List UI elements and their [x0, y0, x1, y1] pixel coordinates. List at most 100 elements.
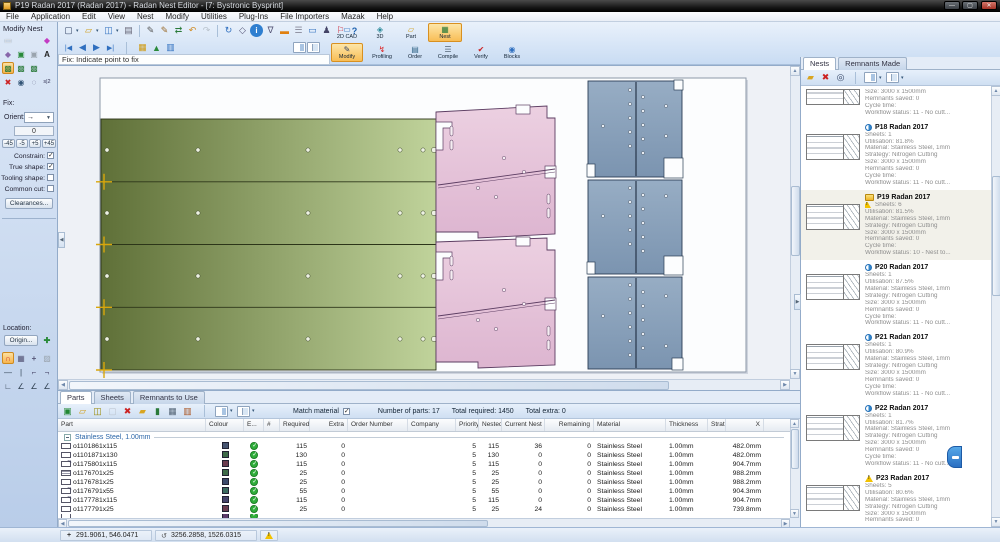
rotate-minus45-button[interactable]: -45 — [2, 139, 15, 148]
columns-view-icon[interactable] — [215, 406, 228, 417]
simulation-icon[interactable] — [306, 24, 319, 37]
collapse-group-icon[interactable] — [64, 434, 71, 441]
minimize-button[interactable]: — — [944, 1, 960, 10]
rotate-plus45-button[interactable]: +45 — [42, 139, 56, 148]
rotate-plus5-button[interactable]: +5 — [29, 139, 41, 148]
draw-icon[interactable] — [144, 24, 157, 37]
grid-off-icon[interactable] — [41, 352, 53, 364]
menu-application[interactable]: Application — [25, 12, 76, 22]
ribbon-blocks-button[interactable]: Blocks — [498, 43, 526, 62]
col-remaining[interactable]: Remaining — [545, 419, 594, 431]
undo-icon[interactable] — [186, 24, 199, 37]
table-row[interactable]: o1176701x25 25 0 5 25 0 0 Stainless Stee… — [58, 469, 790, 478]
menu-view[interactable]: View — [102, 12, 131, 22]
ribbon-order-button[interactable]: Order — [401, 43, 429, 62]
side-handle[interactable] — [947, 446, 962, 468]
edit-geometry-icon[interactable] — [158, 24, 171, 37]
ribbon-3d-button[interactable]: 3D — [366, 23, 394, 42]
scroll-up-icon[interactable]: ▲ — [790, 66, 800, 76]
navigate-nest-icon[interactable] — [834, 71, 847, 84]
open-dropdown-icon[interactable]: ▾ — [96, 28, 101, 34]
status-warning[interactable] — [260, 530, 278, 541]
ghost-part-icon[interactable] — [28, 48, 40, 60]
col-material[interactable]: Material — [594, 419, 666, 431]
info-icon[interactable] — [250, 24, 263, 37]
snap-icon[interactable] — [2, 352, 14, 364]
tooling-shape-checkbox[interactable] — [47, 174, 54, 181]
col-nested[interactable]: Nested — [479, 419, 502, 431]
scroll-right-icon[interactable]: ▶ — [780, 380, 790, 390]
origin-button[interactable]: Origin... — [4, 335, 38, 346]
nest-canvas[interactable]: ▲ ▼ ◀ ▶ ◀ — [58, 65, 800, 390]
scroll-down-icon[interactable]: ▼ — [790, 369, 800, 379]
table-view-icon[interactable] — [166, 405, 179, 418]
array-part-icon[interactable] — [15, 48, 27, 60]
col-x[interactable]: X — [726, 419, 764, 431]
nest-item-p19[interactable]: P19 Radan 2017 Sheets: 6 Utilisation: 81… — [801, 190, 991, 260]
pink-part-lower[interactable] — [436, 237, 556, 368]
rotate-minus5-button[interactable]: -5 — [16, 139, 28, 148]
ribbon-compile-button[interactable]: Compile — [432, 43, 464, 62]
ribbon-nest-button[interactable]: Nest — [428, 23, 462, 42]
green-strip-parts[interactable] — [101, 119, 436, 370]
fix-part-icon[interactable] — [2, 62, 14, 74]
material-group-row[interactable]: Stainless Steel, 1.00mm — [58, 432, 790, 442]
menu-file[interactable]: File — [0, 12, 25, 22]
block-nest-icon[interactable] — [28, 62, 40, 74]
first-nest-icon[interactable] — [62, 41, 75, 54]
tab-sheets[interactable]: Sheets — [94, 391, 131, 404]
scroll-up-icon[interactable]: ▲ — [991, 86, 1000, 96]
col-order-number[interactable]: Order Number — [348, 419, 408, 431]
menu-utilities[interactable]: Utilities — [195, 12, 233, 22]
view-details-icon[interactable] — [886, 72, 899, 83]
constrain-checkbox[interactable] — [47, 152, 54, 159]
common-cut-checkbox[interactable] — [47, 185, 54, 192]
rotate-free-icon[interactable] — [28, 76, 40, 88]
sheet-view-icon[interactable] — [164, 41, 177, 54]
place-part-icon[interactable] — [2, 34, 14, 46]
import-part-icon[interactable] — [91, 405, 104, 418]
col-colour[interactable]: Colour — [206, 419, 244, 431]
match-material-checkbox[interactable] — [343, 408, 350, 415]
save-dropdown-icon[interactable]: ▾ — [116, 28, 121, 34]
table-row[interactable]: o1101861x115 115 0 5 115 36 0 Stainless … — [58, 442, 790, 451]
table-vscrollbar[interactable]: ▲ ▼ — [790, 419, 800, 518]
close-button[interactable]: ✕ — [981, 1, 997, 10]
menu-edit[interactable]: Edit — [76, 12, 102, 22]
col-required[interactable]: Required — [280, 419, 310, 431]
angle60-snap-icon[interactable] — [41, 380, 53, 392]
nests-vscroll-thumb[interactable] — [992, 176, 1000, 296]
sheet-grid-icon[interactable] — [136, 41, 149, 54]
redo-icon[interactable] — [200, 24, 213, 37]
delete-nest-icon[interactable] — [819, 71, 832, 84]
grid-nest-icon[interactable] — [15, 62, 27, 74]
nest-item-p20[interactable]: P20 Radan 2017 Sheets: 1 Utilisation: 87… — [801, 260, 991, 330]
corner2-snap-icon[interactable] — [41, 366, 53, 378]
col-strat[interactable]: Strat... — [708, 419, 726, 431]
nest-item-p23[interactable]: P23 Radan 2017 Sheets: 5 Utilisation: 80… — [801, 471, 991, 527]
tab-parts[interactable]: Parts — [60, 391, 92, 404]
grid-snap-icon[interactable] — [15, 352, 27, 364]
blue-parts[interactable] — [588, 81, 682, 369]
canvas-vscroll-thumb[interactable] — [791, 186, 800, 256]
nest-drawing[interactable] — [58, 66, 790, 379]
nest-item-p18[interactable]: P18 Radan 2017 Sheets: 1 Utilisation: 81… — [801, 120, 991, 190]
nest-item-p22[interactable]: P22 Radan 2017 Sheets: 1 Utilisation: 81… — [801, 401, 991, 471]
angle30-snap-icon[interactable] — [15, 380, 27, 392]
text-icon[interactable] — [41, 48, 53, 60]
node-edit-icon[interactable] — [236, 24, 249, 37]
ribbon-2dcad-button[interactable]: 2D CAD — [331, 23, 363, 42]
table-row[interactable]: o1175801x115 115 0 5 115 0 0 Stainless S… — [58, 460, 790, 469]
col-thickness[interactable]: Thickness — [666, 419, 708, 431]
panel-collapse-button[interactable]: ▶ — [794, 294, 801, 310]
split-vertical-icon[interactable] — [307, 42, 320, 53]
canvas-hscroll-thumb[interactable] — [69, 381, 669, 390]
col-priority[interactable]: Priority — [456, 419, 479, 431]
refresh-icon[interactable] — [222, 24, 235, 37]
last-nest-icon[interactable] — [104, 41, 117, 54]
col-e[interactable]: E... — [244, 419, 264, 431]
menu-modify[interactable]: Modify — [159, 12, 195, 22]
menu-file-importers[interactable]: File Importers — [274, 12, 335, 22]
angle-snap-icon[interactable] — [2, 380, 14, 392]
nest-part-icon[interactable] — [151, 405, 164, 418]
